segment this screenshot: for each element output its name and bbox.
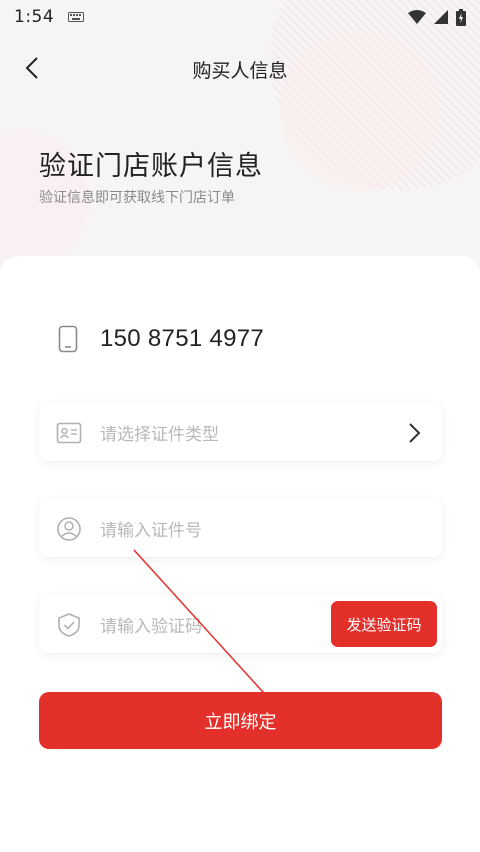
phone-number: 150 8751 4977 [100,325,265,352]
user-icon [57,516,81,541]
phone-icon [58,325,78,353]
verification-code-field[interactable]: 请输入验证码 发送验证码 [39,596,442,653]
bind-now-button[interactable]: 立即绑定 [39,692,442,749]
id-number-field[interactable]: 请输入证件号 [39,500,442,557]
phone-row: 150 8751 4977 [58,322,264,356]
status-time: 1:54 [14,7,55,27]
wifi-icon [408,10,426,24]
hero-subtitle: 验证信息即可获取线下门店订单 [39,190,235,206]
shield-check-icon [58,612,80,637]
id-number-placeholder: 请输入证件号 [100,521,202,541]
id-type-select[interactable]: 请选择证件类型 [39,404,442,461]
id-type-placeholder: 请选择证件类型 [100,425,219,445]
signal-icon [434,10,448,24]
chevron-right-icon [409,422,421,443]
send-code-button[interactable]: 发送验证码 [331,601,437,647]
keyboard-icon [68,12,85,22]
status-bar: 1:54 [0,0,480,34]
hero-title: 验证门店账户信息 [39,151,263,182]
page-title: 购买人信息 [192,60,288,82]
battery-icon [456,8,466,26]
id-card-icon [56,422,82,443]
nav-bar: 购买人信息 [0,44,480,92]
status-icons [408,8,466,26]
